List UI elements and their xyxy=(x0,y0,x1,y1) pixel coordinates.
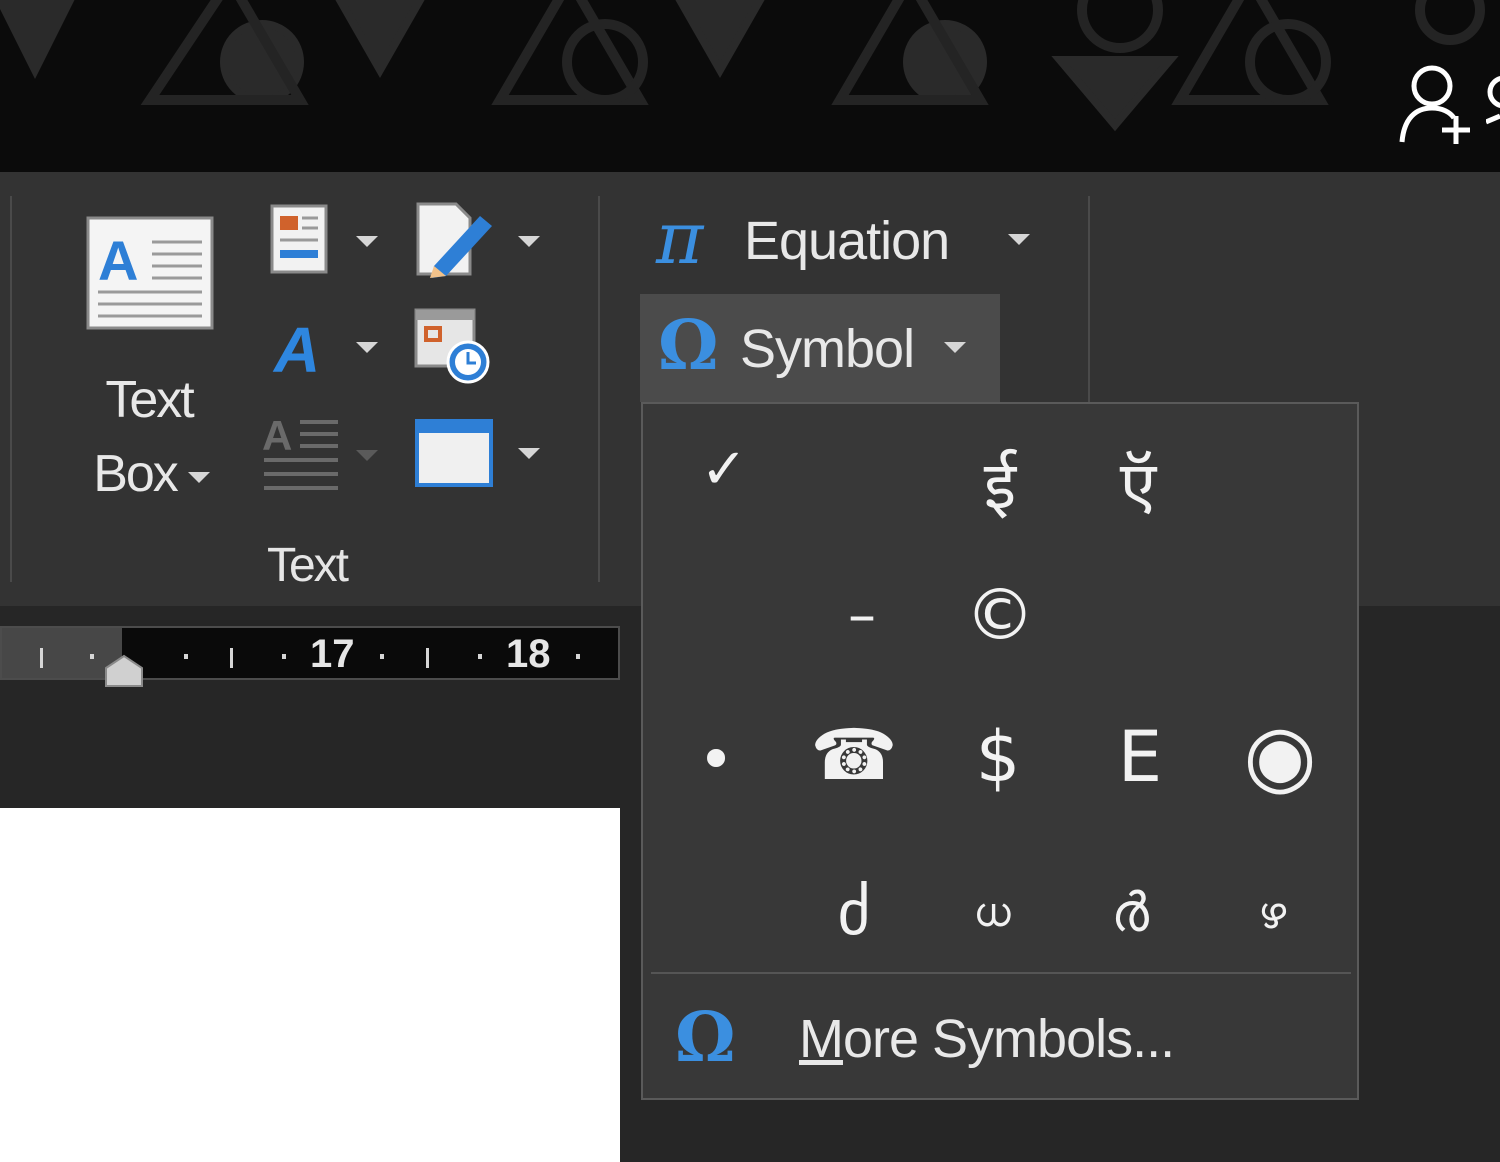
symbol-cell[interactable]: ഴ xyxy=(1203,848,1341,978)
date-time-icon xyxy=(414,308,490,384)
svg-text:A: A xyxy=(272,314,320,380)
group-separator xyxy=(598,196,600,582)
horizontal-ruler[interactable]: 17 18 xyxy=(0,626,620,680)
object-button[interactable] xyxy=(412,416,546,490)
chevron-down-icon xyxy=(518,236,540,247)
drop-cap-button[interactable]: A xyxy=(258,410,382,496)
indent-marker[interactable] xyxy=(104,654,144,688)
svg-text:A: A xyxy=(262,412,292,459)
chevron-down-icon xyxy=(356,450,378,461)
symbol-cell[interactable]: ძ xyxy=(785,848,923,978)
quick-parts-button[interactable] xyxy=(266,202,386,278)
symbol-cell[interactable] xyxy=(1069,550,1207,680)
chevron-down-icon xyxy=(188,472,210,483)
title-bar-pattern xyxy=(0,0,1485,132)
symbol-cell[interactable] xyxy=(1207,404,1345,534)
symbol-label: Symbol xyxy=(740,319,915,379)
symbol-cell[interactable]: ർ xyxy=(1061,848,1199,978)
menu-divider xyxy=(651,972,1351,974)
text-box-label-line2: Box xyxy=(93,445,179,503)
more-symbols-item[interactable]: Ω More Symbols... xyxy=(643,978,1357,1096)
ruler-tick xyxy=(184,654,188,659)
symbol-cell[interactable]: ☎ xyxy=(785,690,923,820)
ruler-tick xyxy=(380,654,384,659)
wordart-button[interactable]: A xyxy=(266,312,386,384)
equation-button[interactable]: π Equation xyxy=(648,196,1048,288)
more-symbols-label: More Symbols... xyxy=(799,1008,1175,1070)
symbol-cell[interactable]: ✓ xyxy=(655,404,793,534)
symbol-cell[interactable]: ऍ xyxy=(1069,418,1207,548)
chevron-down-icon xyxy=(356,342,378,353)
symbol-cell[interactable] xyxy=(1207,550,1345,680)
symbol-cell[interactable]: $ xyxy=(929,692,1067,822)
drop-cap-icon: A xyxy=(262,412,338,490)
ruler-tick xyxy=(478,654,482,659)
chevron-down-icon xyxy=(1008,234,1030,245)
comments-icon[interactable] xyxy=(1486,72,1500,132)
symbol-cell[interactable]: ധ xyxy=(923,848,1061,978)
share-icon[interactable] xyxy=(1398,62,1478,148)
symbol-cell[interactable]: • xyxy=(647,694,785,824)
symbol-cell[interactable]: E xyxy=(1071,692,1209,822)
symbol-cell[interactable]: ◉ xyxy=(1211,690,1349,820)
ruler-tick xyxy=(426,648,429,668)
more-symbols-access-key: M xyxy=(799,1009,844,1069)
ruler-number: 17 xyxy=(310,632,355,676)
text-box-icon: A xyxy=(86,216,214,330)
symbol-cell[interactable] xyxy=(655,550,793,680)
ruler-tick xyxy=(40,648,43,668)
symbol-cell[interactable]: © xyxy=(931,550,1069,680)
signature-line-icon xyxy=(416,202,492,278)
chevron-down-icon xyxy=(356,236,378,247)
ruler-tick xyxy=(576,654,580,659)
symbol-cell[interactable] xyxy=(655,850,793,980)
ruler-tick xyxy=(230,648,233,668)
svg-text:A: A xyxy=(98,229,138,292)
date-time-button[interactable] xyxy=(412,306,496,386)
pi-icon: π xyxy=(656,196,704,280)
ruler-tick xyxy=(90,654,94,659)
signature-line-button[interactable] xyxy=(412,198,546,280)
document-page[interactable] xyxy=(0,808,620,1162)
symbol-button[interactable]: Ω Symbol xyxy=(640,294,1000,402)
symbol-cell[interactable]: – xyxy=(793,550,931,680)
wordart-icon: A xyxy=(272,314,320,380)
chevron-down-icon xyxy=(518,448,540,459)
more-symbols-label-rest: ore Symbols... xyxy=(842,1009,1175,1069)
equation-label: Equation xyxy=(744,211,950,271)
symbol-cell[interactable]: ई xyxy=(931,418,1069,548)
ruler-tick xyxy=(282,654,286,659)
symbol-cell[interactable] xyxy=(793,404,931,534)
text-box-label-line1: Text xyxy=(105,371,194,429)
text-box-button[interactable]: A Text Box xyxy=(76,206,222,516)
omega-icon: Ω xyxy=(658,306,719,386)
title-bar xyxy=(0,0,1500,172)
chevron-down-icon xyxy=(944,342,966,353)
omega-icon: Ω xyxy=(675,998,736,1078)
text-group-label: Text xyxy=(266,539,349,592)
symbol-gallery: ✓ ई ऍ – © • ☎ $ E ◉ ძ ധ ർ ഴ Ω More Symbo… xyxy=(641,402,1359,1100)
group-separator xyxy=(10,196,12,582)
quick-parts-icon xyxy=(270,204,328,274)
ruler-number: 18 xyxy=(506,632,551,676)
object-icon xyxy=(415,419,493,487)
